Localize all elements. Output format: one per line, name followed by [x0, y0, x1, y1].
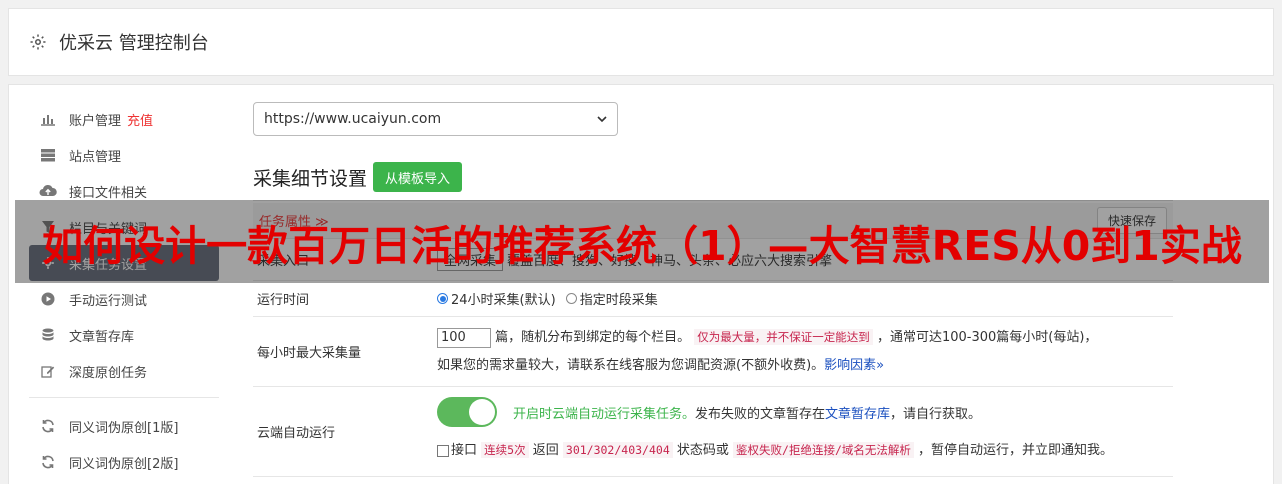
gear-icon — [30, 34, 46, 50]
status-codes-code: 301/302/403/404 — [562, 442, 673, 458]
import-template-button[interactable]: 从模板导入 — [373, 162, 463, 192]
runtime-scheduled-radio[interactable]: 指定时段采集 — [565, 289, 658, 308]
sidebar-item-label: 账户管理 — [69, 113, 122, 129]
play-icon — [39, 291, 57, 307]
error-types-code: 鉴权失败/拒绝连接/域名无法解析 — [733, 442, 914, 458]
sidebar-item-label: 同义词伪原创[1版] — [69, 420, 179, 436]
article-storage-link[interactable]: 文章暂存库 — [825, 403, 890, 422]
cloud-run-toggle[interactable] — [437, 397, 497, 427]
database-icon — [39, 327, 57, 343]
toggle-knob — [469, 399, 495, 425]
max-rate-text: 如果您的需求量较大，请联系在线客服为您调配资源(不额外收费)。 — [437, 358, 825, 373]
cloud-run-text: ，请自行获取。 — [890, 406, 982, 422]
recharge-link[interactable]: 充值 — [127, 110, 153, 129]
max-rate-note: 仅为最大量，并不保证一定能达到 — [694, 329, 873, 345]
cloud-run-row: 云端自动运行 开启时云端自动运行采集任务。 发布失败的文章暂存在 文章暂存库 ，请自… — [253, 387, 1173, 477]
sidebar-item-label: 站点管理 — [69, 149, 122, 165]
max-rate-text: 篇，随机分布到绑定的每个栏目。 — [495, 330, 691, 345]
sidebar-item-sites[interactable]: 站点管理 — [29, 137, 229, 173]
sidebar-item-label: 同义词伪原创[2版] — [69, 456, 179, 472]
radio-label: 24小时采集(默认) — [451, 293, 556, 308]
sidebar-item-label: 文章暂存库 — [69, 329, 135, 345]
cloud-run-text: ，暂停自动运行，并立即通知我。 — [918, 443, 1114, 458]
runtime-row: 运行时间 24小时采集(默认) 指定时段采集 — [253, 281, 1173, 317]
section-title: 采集细节设置 — [253, 167, 368, 190]
max-rate-label: 每小时最大采集量 — [257, 346, 362, 361]
sidebar-item-synonym-v2[interactable]: 同义词伪原创[2版] — [29, 444, 229, 480]
pause-on-error-checkbox[interactable] — [437, 444, 449, 457]
sidebar-divider — [29, 397, 219, 398]
cloud-run-label: 云端自动运行 — [257, 426, 336, 441]
radio-dot — [437, 293, 448, 304]
chevron-down-icon: » — [876, 358, 885, 373]
page-title: 优采云 管理控制台 — [59, 33, 209, 54]
cloud-run-green-text: 开启时云端自动运行采集任务。 — [513, 406, 696, 422]
refresh-icon — [39, 418, 57, 434]
overlay-title: 如何设计一款百万日活的推荐系统（1）—大智慧RES从0到1实战 — [42, 221, 1242, 270]
section-header: 采集细节设置 从模板导入 — [253, 162, 1173, 201]
content-panel: 账户管理 充值 站点管理 接口文件相关 栏目与关键词 采集任务设置 手动运行测试… — [8, 84, 1274, 484]
max-rate-text: ，通常可达100-300篇每小时(每站)， — [876, 330, 1098, 345]
max-rate-input[interactable]: 100 — [437, 327, 491, 348]
factors-link[interactable]: 影响因素 — [824, 358, 876, 373]
sidebar-item-account[interactable]: 账户管理 充值 — [29, 101, 229, 137]
sidebar-item-label: 深度原创任务 — [69, 365, 148, 381]
radio-label: 指定时段采集 — [579, 293, 658, 308]
cloud-run-text: 状态码或 — [676, 443, 729, 458]
max-rate-row: 每小时最大采集量 100 篇，随机分布到绑定的每个栏目。 仅为最大量，并不保证一… — [253, 317, 1173, 387]
site-select[interactable]: https://www.ucaiyun.com — [253, 102, 618, 136]
sidebar-item-article-storage[interactable]: 文章暂存库 — [29, 317, 229, 353]
edit-icon — [39, 363, 57, 379]
sidebar: 账户管理 充值 站点管理 接口文件相关 栏目与关键词 采集任务设置 手动运行测试… — [29, 101, 229, 480]
main-content: https://www.ucaiyun.com 采集细节设置 从模板导入 任务属… — [253, 102, 1173, 477]
refresh-icon — [39, 454, 57, 470]
sidebar-item-synonym-v1[interactable]: 同义词伪原创[1版] — [29, 408, 229, 444]
runtime-24h-radio[interactable]: 24小时采集(默认) — [437, 289, 556, 308]
sidebar-item-deep-original[interactable]: 深度原创任务 — [29, 353, 229, 389]
sidebar-item-label: 手动运行测试 — [69, 293, 148, 309]
cloud-run-text: 返回 — [532, 443, 559, 458]
runtime-label: 运行时间 — [257, 293, 310, 308]
bar-chart-icon — [39, 111, 57, 127]
chevron-down-icon — [597, 116, 607, 123]
sidebar-item-label: 接口文件相关 — [69, 185, 148, 201]
checkbox-label: 接口 — [451, 443, 478, 458]
site-select-value: https://www.ucaiyun.com — [264, 111, 442, 127]
console-header: 优采云 管理控制台 — [8, 8, 1274, 76]
cloud-upload-icon — [39, 183, 57, 199]
sidebar-item-manual-test[interactable]: 手动运行测试 — [29, 281, 229, 317]
radio-dot — [565, 293, 577, 304]
cloud-run-text: 发布失败的文章暂存在 — [695, 406, 826, 422]
server-icon — [39, 147, 57, 163]
title-overlay-banner: 如何设计一款百万日活的推荐系统（1）—大智慧RES从0到1实战 — [15, 200, 1269, 283]
error-count-code: 连续5次 — [481, 442, 529, 458]
